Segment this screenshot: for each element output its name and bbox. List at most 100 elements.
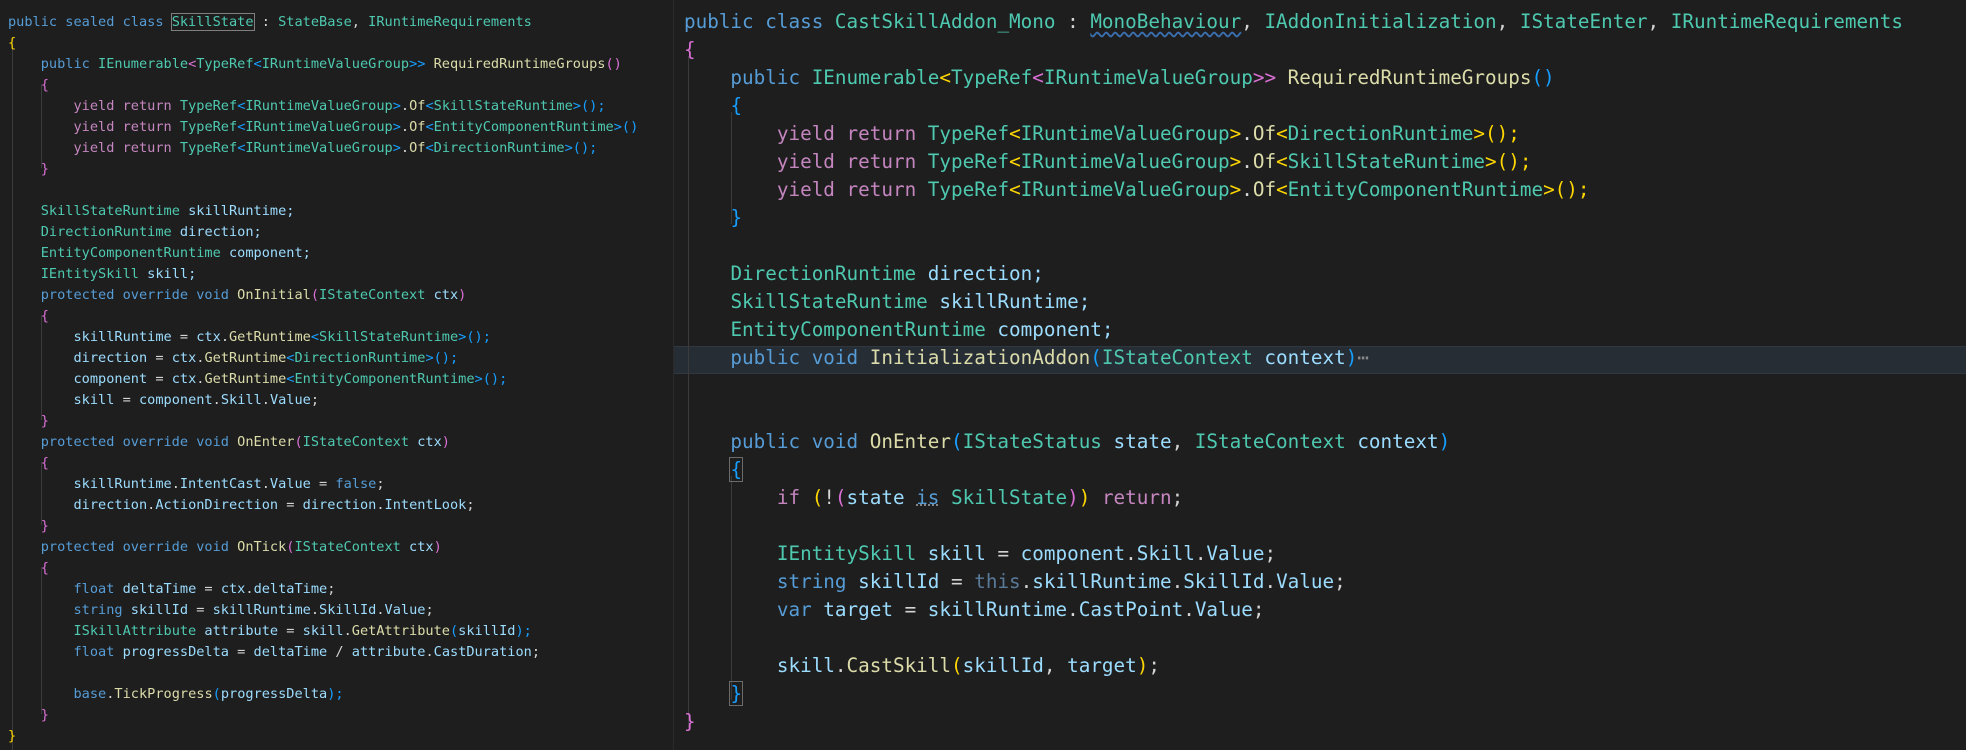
- code-line[interactable]: IEntitySkill skill = component.Skill.Val…: [674, 540, 1966, 568]
- code-line[interactable]: [0, 180, 673, 201]
- code-line[interactable]: }: [674, 680, 1966, 708]
- code-line[interactable]: string skillId = skillRuntime.SkillId.Va…: [0, 600, 673, 621]
- code-token: :: [253, 14, 279, 30]
- code-token: }: [40, 413, 49, 429]
- code-line[interactable]: ISkillAttribute attribute = skill.GetAtt…: [0, 621, 673, 642]
- code-token: OnInitial: [237, 287, 311, 303]
- code-token: ,: [1241, 10, 1265, 33]
- code-line[interactable]: public sealed class SkillState : StateBa…: [0, 12, 673, 33]
- code-line[interactable]: [674, 400, 1966, 428]
- code-line[interactable]: EntityComponentRuntime component;: [0, 243, 673, 264]
- code-line[interactable]: direction = ctx.GetRuntime<DirectionRunt…: [0, 348, 673, 369]
- code-token: >>: [409, 56, 426, 72]
- code-line[interactable]: yield return TypeRef<IRuntimeValueGroup>…: [674, 148, 1966, 176]
- code-line-text: SkillStateRuntime skillRuntime;: [8, 201, 295, 222]
- code-line[interactable]: {: [674, 456, 1966, 484]
- code-line[interactable]: {: [0, 306, 673, 327]
- code-line[interactable]: component = ctx.GetRuntime<EntityCompone…: [0, 369, 673, 390]
- code-line[interactable]: [674, 624, 1966, 652]
- code-line-text: string skillId = skillRuntime.SkillId.Va…: [8, 600, 433, 621]
- code-line[interactable]: base.TickProgress(progressDelta);: [0, 684, 673, 705]
- code-line[interactable]: }: [0, 726, 673, 747]
- code-line[interactable]: [674, 512, 1966, 540]
- code-token: GetRuntime: [229, 329, 311, 345]
- code-token: GetAttribute: [351, 623, 450, 639]
- code-line[interactable]: skill.CastSkill(skillId, target);: [674, 652, 1966, 680]
- code-line[interactable]: SkillStateRuntime skillRuntime;: [674, 288, 1966, 316]
- code-token: =: [892, 598, 928, 621]
- code-token: <: [310, 329, 320, 345]
- code-line[interactable]: {: [674, 92, 1966, 120]
- code-line[interactable]: }: [0, 516, 673, 537]
- code-line[interactable]: {: [0, 453, 673, 474]
- code-line[interactable]: protected override void OnTick(IStateCon…: [0, 537, 673, 558]
- code-token: skillId: [962, 654, 1044, 677]
- code-token: progressDelta: [114, 644, 229, 660]
- code-line[interactable]: protected override void OnEnter(IStateCo…: [0, 432, 673, 453]
- code-line[interactable]: }: [674, 708, 1966, 736]
- code-line[interactable]: skillRuntime.IntentCast.Value = false;: [0, 474, 673, 495]
- code-line[interactable]: yield return TypeRef<IRuntimeValueGroup>…: [674, 120, 1966, 148]
- code-token: ;: [1252, 598, 1265, 621]
- code-token: }: [8, 728, 17, 744]
- code-line[interactable]: direction.ActionDirection = direction.In…: [0, 495, 673, 516]
- code-line[interactable]: }: [674, 204, 1966, 232]
- code-line[interactable]: float progressDelta = deltaTime / attrib…: [0, 642, 673, 663]
- code-token: SkillState: [170, 13, 255, 31]
- code-line[interactable]: EntityComponentRuntime component;: [674, 316, 1966, 344]
- code-line[interactable]: float deltaTime = ctx.deltaTime;: [0, 579, 673, 600]
- editor-pane-skill-state[interactable]: public sealed class SkillState : StateBa…: [0, 0, 673, 750]
- code-token: ): [1345, 346, 1358, 369]
- code-line-text: yield return TypeRef<IRuntimeValueGroup>…: [8, 138, 597, 159]
- editor-pane-cast-skill-addon[interactable]: public class CastSkillAddon_Mono : MonoB…: [673, 0, 1966, 750]
- code-line[interactable]: public void InitializationAddon(IStateCo…: [674, 344, 1966, 372]
- code-line[interactable]: [0, 663, 673, 684]
- code-line[interactable]: DirectionRuntime direction;: [674, 260, 1966, 288]
- code-line[interactable]: skill = component.Skill.Value;: [0, 390, 673, 411]
- code-line[interactable]: }: [0, 705, 673, 726]
- code-line[interactable]: {: [674, 36, 1966, 64]
- code-token: ;: [310, 392, 320, 408]
- code-line[interactable]: string skillId = this.skillRuntime.Skill…: [674, 568, 1966, 596]
- code-token: DirectionRuntime: [40, 224, 172, 240]
- code-line[interactable]: }: [0, 411, 673, 432]
- code-token: IntentCast: [179, 476, 262, 492]
- code-line[interactable]: {: [0, 75, 673, 96]
- code-line[interactable]: yield return TypeRef<IRuntimeValueGroup>…: [0, 96, 673, 117]
- code-line[interactable]: [674, 372, 1966, 400]
- code-line[interactable]: skillRuntime = ctx.GetRuntime<SkillState…: [0, 327, 673, 348]
- code-line[interactable]: public void OnEnter(IStateStatus state, …: [674, 428, 1966, 456]
- code-line[interactable]: SkillStateRuntime skillRuntime;: [0, 201, 673, 222]
- code-line[interactable]: yield return TypeRef<IRuntimeValueGroup>…: [0, 117, 673, 138]
- code-line[interactable]: public IEnumerable<TypeRef<IRuntimeValue…: [674, 64, 1966, 92]
- code-line[interactable]: }: [0, 159, 673, 180]
- code-line-text: }: [684, 680, 744, 708]
- code-token: IRuntimeValueGroup: [261, 56, 410, 72]
- code-line[interactable]: public class CastSkillAddon_Mono : MonoB…: [674, 8, 1966, 36]
- code-line[interactable]: yield return TypeRef<IRuntimeValueGroup>…: [0, 138, 673, 159]
- code-line[interactable]: IEntitySkill skill;: [0, 264, 673, 285]
- code-token: OnEnter: [869, 430, 951, 453]
- code-line[interactable]: protected override void OnInitial(IState…: [0, 285, 673, 306]
- code-line[interactable]: if (!(state is SkillState)) return;: [674, 484, 1966, 512]
- code-line[interactable]: yield return TypeRef<IRuntimeValueGroup>…: [674, 176, 1966, 204]
- code-token: IStateContext: [302, 434, 410, 450]
- code-line[interactable]: [674, 232, 1966, 260]
- code-line[interactable]: DirectionRuntime direction;: [0, 222, 673, 243]
- code-token: Value: [269, 476, 311, 492]
- code-line-text: EntityComponentRuntime component;: [684, 316, 1113, 344]
- code-line[interactable]: var target = skillRuntime.CastPoint.Valu…: [674, 596, 1966, 624]
- code-token: >: [1473, 122, 1486, 145]
- code-line[interactable]: {: [0, 33, 673, 54]
- code-line[interactable]: public IEnumerable<TypeRef<IRuntimeValue…: [0, 54, 673, 75]
- code-token: GetRuntime: [204, 371, 287, 387]
- code-line[interactable]: {: [0, 558, 673, 579]
